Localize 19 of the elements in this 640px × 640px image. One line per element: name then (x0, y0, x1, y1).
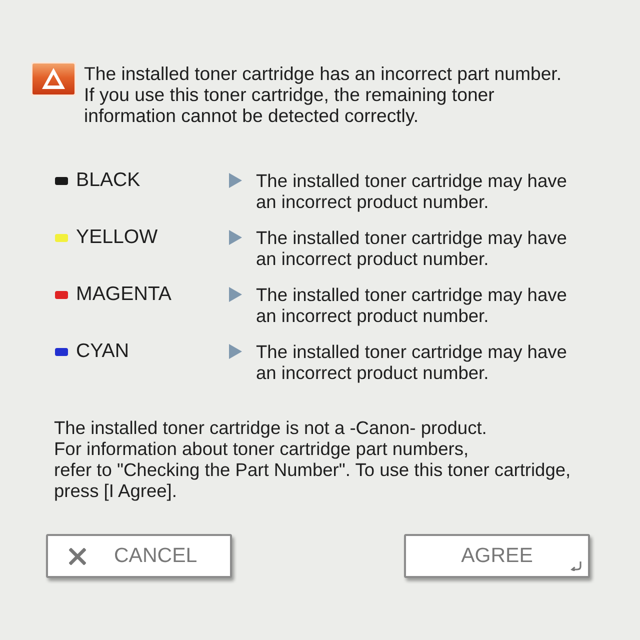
agree-button[interactable]: AGREE (404, 534, 590, 578)
toner-color-label: CYAN (76, 341, 129, 362)
toner-status-message: The installed toner cartridge may have an incorrect product number. (256, 170, 567, 212)
enter-icon (570, 561, 582, 571)
info-paragraph: The installed toner cartridge is not a -Canon- product. For information about toner cartridge part numbers, refer to "Checking the Part Number". To use this toner cartridge, press [I Agree]. (54, 417, 572, 501)
toner-color-label: YELLOW (76, 227, 158, 248)
triangle-bullet-icon (229, 287, 242, 302)
toner-color-label: MAGENTA (76, 284, 172, 305)
warning-icon (31, 62, 76, 96)
close-icon (69, 548, 86, 564)
triangle-bullet-icon (229, 230, 242, 245)
toner-status-message: The installed toner cartridge may have an incorrect product number. (256, 341, 567, 383)
toner-color-label: BLACK (76, 170, 140, 191)
toner-status-message: The installed toner cartridge may have an incorrect product number. (256, 227, 567, 269)
triangle-bullet-icon (229, 344, 242, 359)
toner-status-message: The installed toner cartridge may have an incorrect product number. (256, 284, 567, 326)
cancel-button[interactable]: CANCEL (46, 534, 232, 578)
triangle-bullet-icon (229, 173, 242, 188)
warning-message: The installed toner cartridge has an incorrect part number. If you use this toner cartridge, the remaining toner information cannot be detected correctly. (84, 63, 562, 126)
